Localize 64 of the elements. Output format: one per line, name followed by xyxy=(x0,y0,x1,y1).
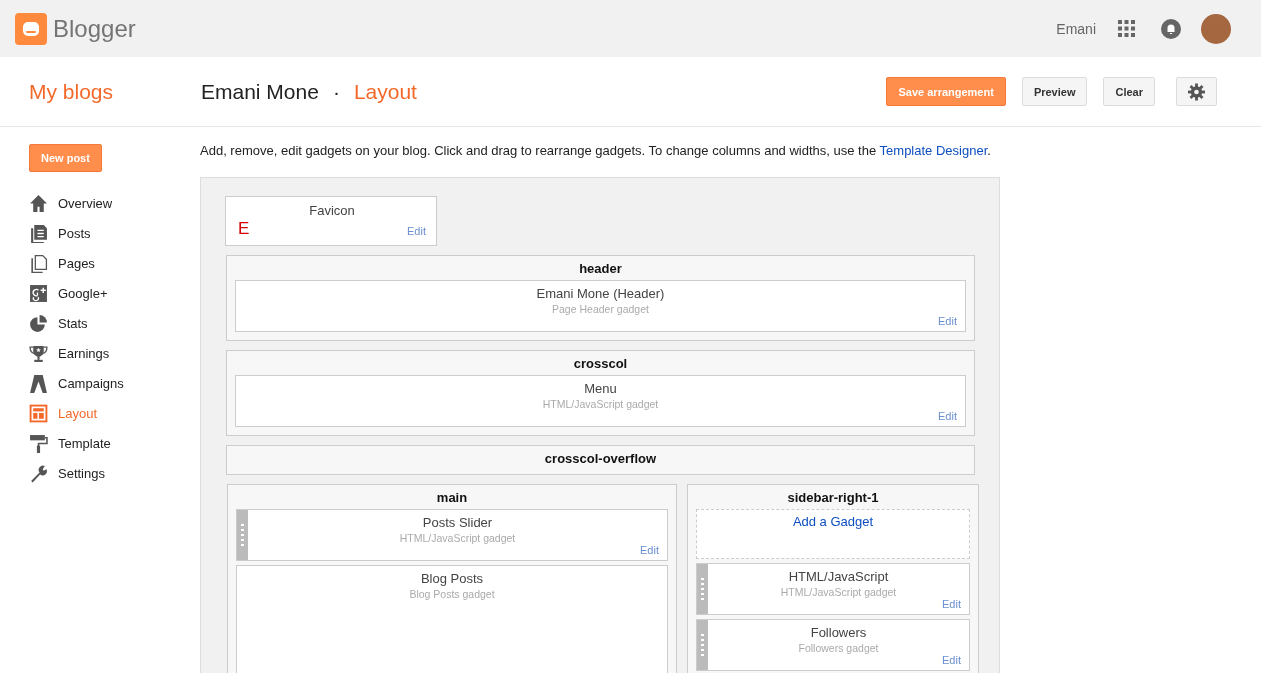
template-designer-link[interactable]: Template Designer xyxy=(879,143,988,158)
drag-handle[interactable] xyxy=(697,620,708,670)
logo-text[interactable]: Blogger xyxy=(53,14,136,43)
nav-item[interactable]: Campaigns xyxy=(58,375,124,391)
gadget-title: Followers xyxy=(810,625,867,640)
gadget-type: Page Header gadget xyxy=(552,303,649,315)
wrench-icon xyxy=(29,463,48,483)
trophy-icon xyxy=(29,343,48,363)
pages-icon xyxy=(29,253,48,273)
section-name: crosscol xyxy=(572,357,629,371)
gadget[interactable]: Followers Followers gadget Edit xyxy=(696,619,970,671)
road-icon xyxy=(29,373,48,393)
drag-handle[interactable] xyxy=(237,510,248,560)
gadget[interactable]: Posts Slider HTML/JavaScript gadget Edit xyxy=(236,509,668,561)
pie-chart-icon xyxy=(29,313,48,333)
toolbar-button[interactable]: Preview xyxy=(1021,77,1088,106)
nav-item[interactable]: Google+ xyxy=(58,285,108,301)
toolbar-button[interactable]: Clear xyxy=(1103,77,1155,106)
apps-grid-icon[interactable] xyxy=(1118,20,1135,37)
section-name: header xyxy=(578,262,623,276)
add-gadget-link[interactable]: Add a Gadget xyxy=(792,514,874,529)
gadget-title: HTML/JavaScript xyxy=(788,569,889,584)
user-name[interactable]: Emani xyxy=(1056,20,1096,37)
instructions-text: Add, remove, edit gadgets on your blog. Click and drag to rearrange gadgets. To change columns and widths, use the Template Designer. xyxy=(200,143,992,158)
gadget-title: Favicon xyxy=(308,203,356,219)
home-icon xyxy=(29,193,48,213)
settings-button[interactable] xyxy=(1176,77,1217,106)
paint-roller-icon xyxy=(29,433,48,453)
gadget[interactable]: Emani Mone (Header) Page Header gadget Edit xyxy=(235,280,966,332)
nav-item[interactable]: Pages xyxy=(58,255,95,271)
add-gadget-area[interactable]: Add a Gadget xyxy=(696,509,970,559)
gadget-type: HTML/JavaScript gadget xyxy=(780,586,897,598)
blogger-logo-icon[interactable] xyxy=(15,12,47,45)
avatar[interactable] xyxy=(1201,13,1231,44)
drag-handle[interactable] xyxy=(697,564,708,614)
documents-icon xyxy=(29,223,48,243)
nav-item[interactable]: Earnings xyxy=(58,345,110,361)
gadget-type: HTML/JavaScript gadget xyxy=(542,398,659,410)
nav-item[interactable]: Settings xyxy=(58,465,105,481)
gadget-title: Menu xyxy=(584,381,617,396)
gadget[interactable]: Menu HTML/JavaScript gadget Edit xyxy=(235,375,966,427)
layout-icon xyxy=(29,403,48,423)
nav-item[interactable]: Overview xyxy=(58,195,113,211)
gadget[interactable]: HTML/JavaScript HTML/JavaScript gadget Edit xyxy=(696,563,970,615)
section-name: main xyxy=(435,491,469,505)
section-name: crosscol-overflow xyxy=(543,452,658,466)
google-plus-icon xyxy=(29,283,48,303)
gadget-title: Blog Posts xyxy=(420,571,484,586)
favicon-letter: E xyxy=(238,220,251,237)
gadget-type: Followers gadget xyxy=(798,642,879,654)
settings-icon xyxy=(1188,82,1205,101)
gadget[interactable]: Blog Posts Blog Posts gadget xyxy=(236,565,668,673)
gadget-type: HTML/JavaScript gadget xyxy=(399,532,516,544)
nav-item[interactable]: Posts xyxy=(58,225,91,241)
gadget-title: Posts Slider xyxy=(422,515,493,530)
blog-name: Emani Mone xyxy=(201,79,319,104)
nav-item[interactable]: Stats xyxy=(58,315,88,331)
section-name: sidebar-right-1 xyxy=(786,491,880,505)
title-separator: · xyxy=(332,79,340,104)
gadget-type: Blog Posts gadget xyxy=(409,588,495,600)
notification-bell-icon[interactable] xyxy=(1161,18,1181,39)
gadget-title: Emani Mone (Header) xyxy=(536,286,665,301)
nav-item[interactable]: Template xyxy=(58,435,111,451)
page-title: Layout xyxy=(353,79,417,104)
